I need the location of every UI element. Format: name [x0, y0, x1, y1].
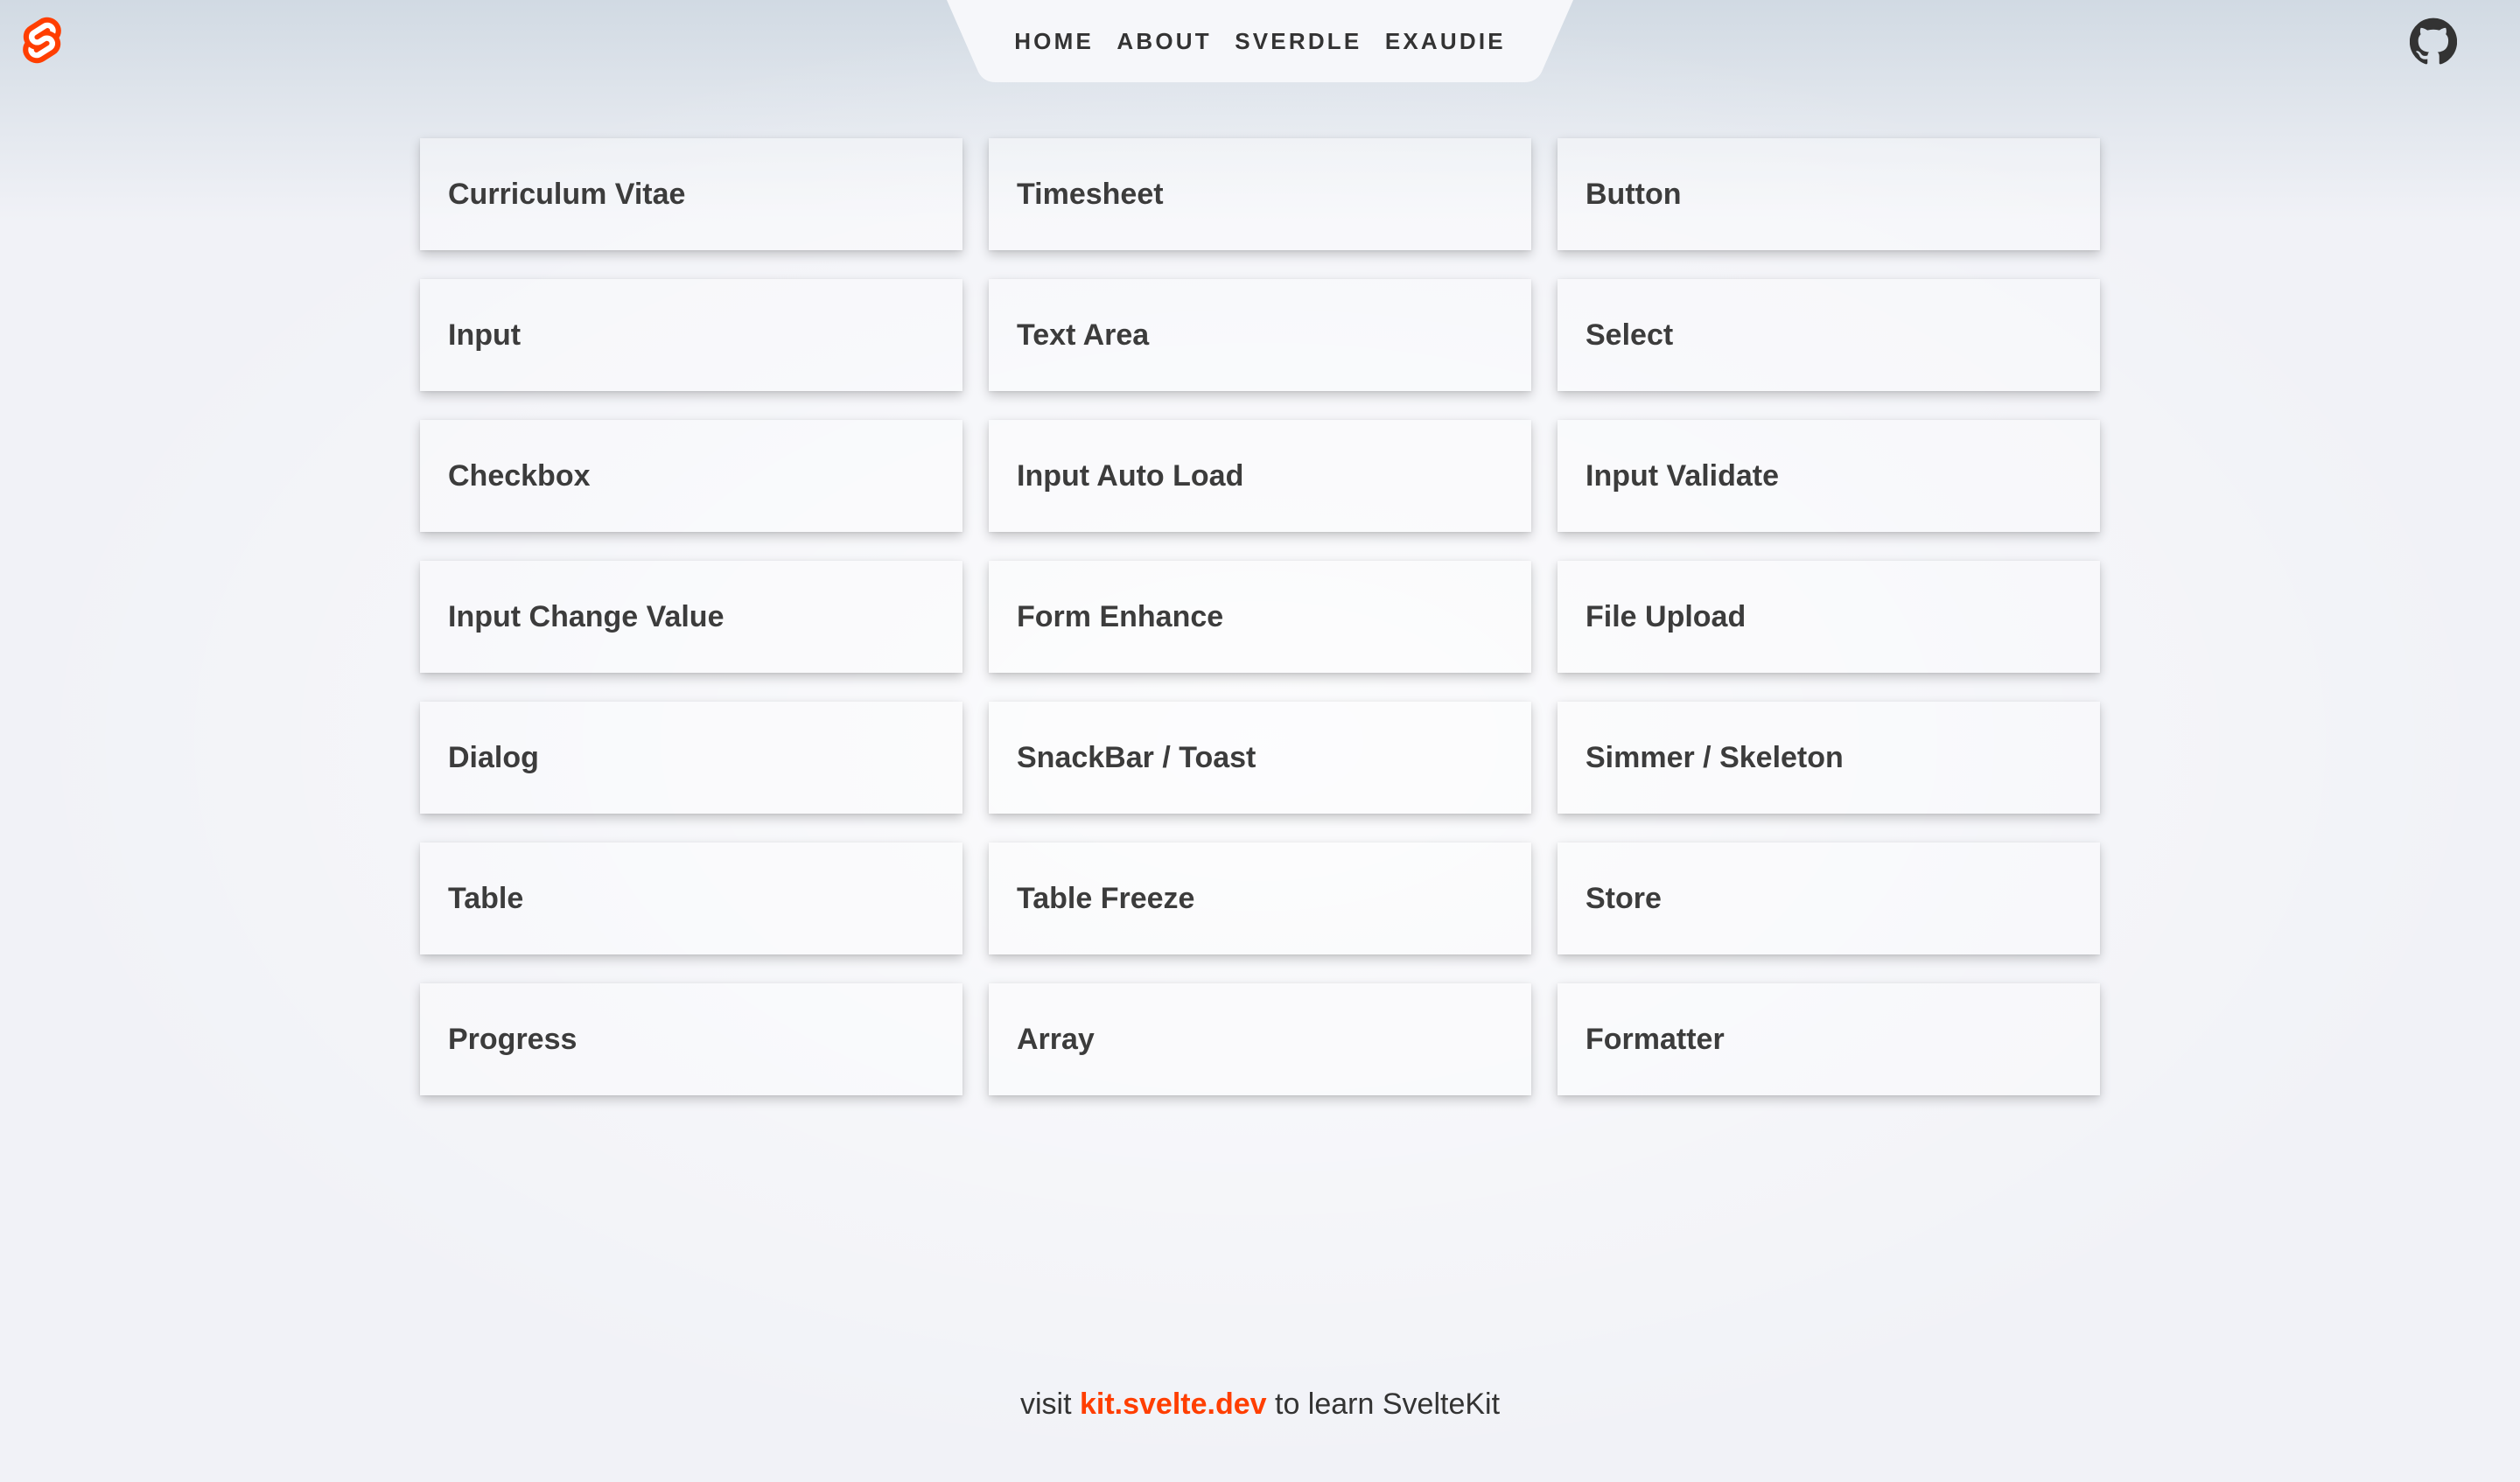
footer-suffix: to learn SvelteKit: [1275, 1388, 1501, 1421]
nav-list: Home About Sverdle Exaudie: [1003, 0, 1517, 82]
card-table[interactable]: Table: [420, 842, 962, 954]
footer: visit kit.svelte.dev to learn SvelteKit: [0, 1388, 2520, 1422]
nav-link-exaudie[interactable]: Exaudie: [1382, 28, 1509, 55]
card-input[interactable]: Input: [420, 279, 962, 391]
footer-prefix: visit: [1019, 1388, 1072, 1421]
nav-item-home: Home: [1011, 0, 1097, 82]
card-formatter[interactable]: Formatter: [1558, 983, 2100, 1095]
card-curriculum-vitae[interactable]: Curriculum Vitae: [420, 138, 962, 250]
card-snackbar-toast[interactable]: SnackBar / Toast: [989, 702, 1531, 814]
nav-item-about: About: [1113, 0, 1214, 82]
card-checkbox[interactable]: Checkbox: [420, 420, 962, 532]
card-simmer-skeleton[interactable]: Simmer / Skeleton: [1558, 702, 2100, 814]
nav-link-home[interactable]: Home: [1011, 28, 1097, 55]
card-dialog[interactable]: Dialog: [420, 702, 962, 814]
component-grid: Curriculum Vitae Timesheet Button Input …: [420, 138, 2100, 1095]
svelte-logo-icon[interactable]: [19, 14, 65, 66]
card-button[interactable]: Button: [1558, 138, 2100, 250]
card-form-enhance[interactable]: Form Enhance: [989, 561, 1531, 673]
nav-item-exaudie: Exaudie: [1382, 0, 1509, 82]
card-select[interactable]: Select: [1558, 279, 2100, 391]
card-input-validate[interactable]: Input Validate: [1558, 420, 2100, 532]
nav-item-sverdle: Sverdle: [1231, 0, 1365, 82]
nav-link-about[interactable]: About: [1113, 28, 1214, 55]
nav-link-sverdle[interactable]: Sverdle: [1231, 28, 1365, 55]
card-file-upload[interactable]: File Upload: [1558, 561, 2100, 673]
card-table-freeze[interactable]: Table Freeze: [989, 842, 1531, 954]
card-timesheet[interactable]: Timesheet: [989, 138, 1531, 250]
card-input-change-value[interactable]: Input Change Value: [420, 561, 962, 673]
card-progress[interactable]: Progress: [420, 983, 962, 1095]
github-icon[interactable]: [2410, 17, 2457, 65]
active-page-indicator: [1437, 0, 1454, 9]
card-text-area[interactable]: Text Area: [989, 279, 1531, 391]
card-input-auto-load[interactable]: Input Auto Load: [989, 420, 1531, 532]
card-store[interactable]: Store: [1558, 842, 2100, 954]
sveltekit-link[interactable]: kit.svelte.dev: [1080, 1388, 1267, 1421]
card-array[interactable]: Array: [989, 983, 1531, 1095]
